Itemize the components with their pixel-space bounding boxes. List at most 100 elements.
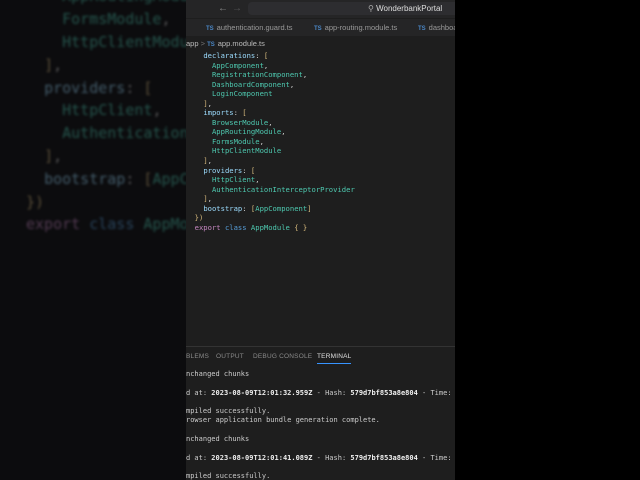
code-line: imports: [ xyxy=(186,108,355,118)
tab-app-routing-module[interactable]: TS app-routing.module.ts xyxy=(314,23,397,32)
tab-debug-console[interactable]: DEBUG CONSOLE xyxy=(253,353,312,360)
terminal-output[interactable]: nchanged chunks d at: 2023-08-09T12:01:3… xyxy=(186,370,455,480)
code-token: AuthenticationInterceptorProvider xyxy=(62,124,186,143)
code-line: AuthenticationInterceptorProvider xyxy=(186,185,355,195)
tab-authentication-guard[interactable]: TS authentication.guard.ts xyxy=(206,23,293,32)
code-token: AppComponent xyxy=(255,203,308,213)
code-line: ], xyxy=(186,156,355,166)
ts-file-icon: TS xyxy=(314,26,322,32)
breadcrumb: app > TS app.module.ts xyxy=(186,39,265,48)
command-center-search[interactable]: ⚲ WonderbankPortal xyxy=(248,2,455,15)
code-line: AppRoutingModule, xyxy=(26,0,186,8)
terminal-hash: 579d7bf853a8e804 xyxy=(350,388,418,397)
code-line: LoginComponent xyxy=(186,89,355,99)
code-token: export xyxy=(194,222,221,232)
code-line: export class AppModule { } xyxy=(186,223,355,233)
code-line: ], xyxy=(186,99,355,109)
code-token: ] xyxy=(44,55,54,74)
code-token: , xyxy=(263,60,269,70)
code-line: FormsModule, xyxy=(186,137,355,147)
code-line: ], xyxy=(26,54,186,77)
code-token: [ xyxy=(250,165,256,175)
title-bar: ← → ⚲ WonderbankPortal xyxy=(186,0,455,18)
code-token: , xyxy=(207,194,212,204)
code-token: AppModule xyxy=(250,222,290,232)
code-token: : xyxy=(242,165,251,175)
code-token: BrowserModule xyxy=(211,117,269,127)
code-line: bootstrap: [AppComponent] xyxy=(26,168,186,191)
code-token: AppComponent xyxy=(152,169,186,188)
code-line: ], xyxy=(26,145,186,168)
terminal-line: d at: 2023-08-09T12:01:32.959Z - Hash: 5… xyxy=(186,389,455,398)
code-token: HttpClientModule xyxy=(62,32,186,51)
code-token: AppRoutingModule xyxy=(211,127,282,137)
code-token: : xyxy=(242,203,251,213)
terminal-mid2: - Time: xyxy=(417,388,455,397)
ts-file-icon: TS xyxy=(206,26,214,32)
tab-dashboard[interactable]: TS dashboa xyxy=(418,23,455,32)
tab-output[interactable]: OUTPUT xyxy=(216,353,244,360)
code-token: , xyxy=(161,10,171,29)
terminal-line: mpiled successfully. xyxy=(186,472,271,480)
back-arrow-icon[interactable]: ← xyxy=(218,3,228,14)
code-line: bootstrap: [AppComponent] xyxy=(186,204,355,214)
code-token: , xyxy=(302,70,308,80)
code-token: , xyxy=(207,98,212,108)
code-token: , xyxy=(53,55,63,74)
tab-terminal[interactable]: TERMINAL xyxy=(317,353,352,364)
code-token: HttpClient xyxy=(211,175,256,185)
search-icon: ⚲ xyxy=(368,4,377,13)
code-token: , xyxy=(268,117,273,127)
code-token: , xyxy=(53,146,63,165)
terminal-mid2: - Time: xyxy=(417,453,455,462)
code-token: AppModule xyxy=(143,215,186,234)
breadcrumb-file[interactable]: app.module.ts xyxy=(218,39,265,48)
code-line: }) xyxy=(26,191,186,214)
code-token: [ xyxy=(263,51,269,60)
workspace-title: WonderbankPortal xyxy=(376,4,443,13)
code-token: , xyxy=(281,127,286,137)
code-token: , xyxy=(289,79,295,89)
vscode-window: ← → ⚲ WonderbankPortal TS authentication.… xyxy=(186,0,455,480)
code-line: DashboardComponent, xyxy=(186,80,355,90)
code-line: HttpClientModule xyxy=(26,31,186,54)
code-token: , xyxy=(255,175,260,185)
terminal-hash: 579d7bf853a8e804 xyxy=(350,453,418,462)
code-token: ] xyxy=(44,146,54,165)
code-line: declarations: [ xyxy=(186,51,355,61)
code-token: HttpClientModule xyxy=(211,146,282,156)
code-token: FormsModule xyxy=(62,10,162,29)
code-token: , xyxy=(152,101,162,120)
blurred-code-zoom: declarations: [ AppComponent, Registrati… xyxy=(26,0,186,236)
code-line: }) xyxy=(186,213,355,223)
breadcrumb-separator: > xyxy=(200,39,205,48)
code-token: bootstrap xyxy=(44,169,126,188)
code-line: AppComponent, xyxy=(186,61,355,71)
tab-label: authentication.guard.ts xyxy=(216,23,293,32)
code-token: imports xyxy=(203,108,234,118)
forward-arrow-icon[interactable]: → xyxy=(232,3,242,14)
terminal-line: rowser application bundle generation com… xyxy=(186,416,380,425)
code-line: providers: [ xyxy=(26,77,186,100)
code-token: : xyxy=(233,108,243,118)
code-line: FormsModule, xyxy=(26,8,186,31)
code-token: declarations xyxy=(203,51,256,60)
code-line: RegistrationComponent, xyxy=(186,70,355,80)
code-token: , xyxy=(259,136,264,146)
code-token: AppComponent xyxy=(211,60,264,70)
code-token: { } xyxy=(289,222,308,232)
tab-problems[interactable]: BLEMS xyxy=(186,353,209,360)
code-line: HttpClient, xyxy=(26,99,186,122)
code-line: AuthenticationInterceptorProvider xyxy=(26,122,186,145)
breadcrumb-folder[interactable]: app xyxy=(186,39,199,48)
terminal-mid: - Hash: xyxy=(312,453,351,462)
code-token: LoginComponent xyxy=(211,89,273,99)
code-editor[interactable]: declarations: [ AppComponent, Registrati… xyxy=(186,51,355,232)
code-line: HttpClient, xyxy=(186,175,355,185)
code-token: providers xyxy=(203,165,243,175)
code-token: bootstrap xyxy=(203,203,243,213)
